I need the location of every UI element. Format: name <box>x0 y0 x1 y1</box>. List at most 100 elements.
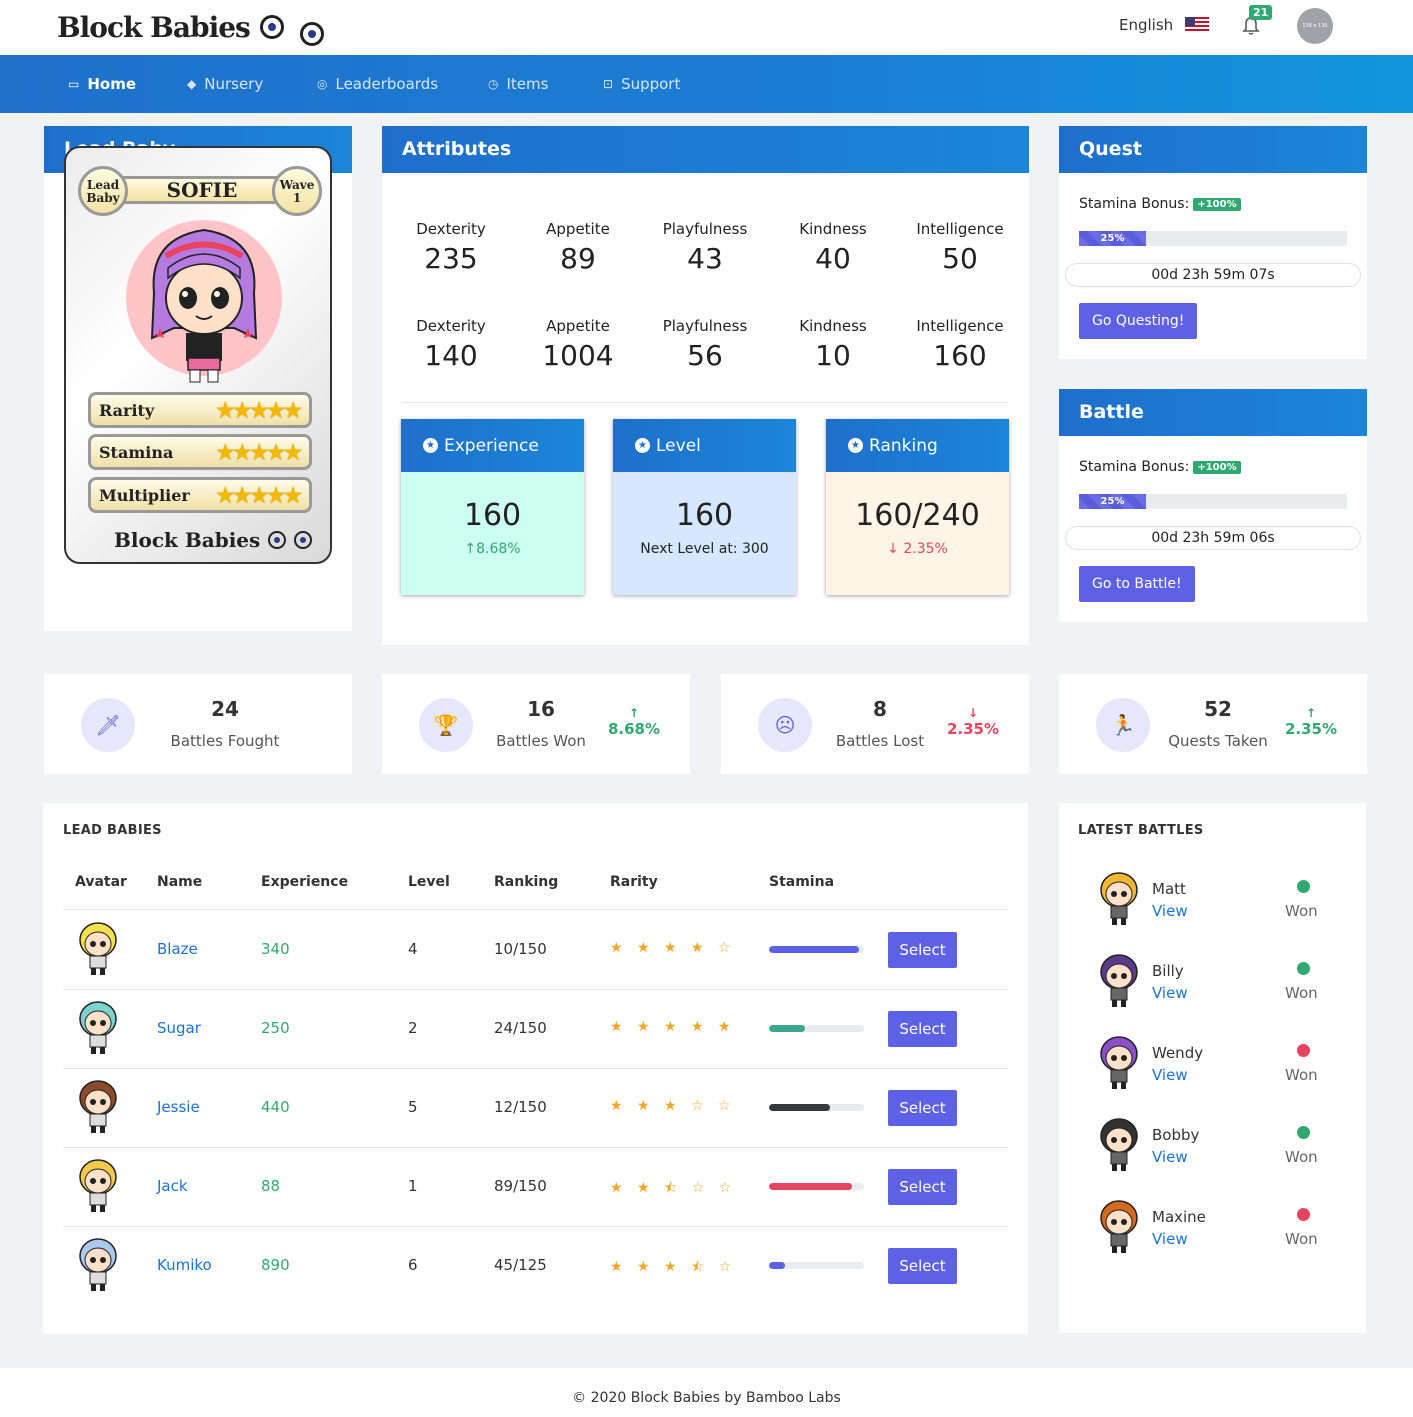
view-battle-link[interactable]: View <box>1152 984 1188 1002</box>
baby-name-link[interactable]: Blaze <box>157 940 198 958</box>
stat-value: 8 <box>873 697 887 721</box>
attr-kindness: Kindness 40 <box>773 220 893 275</box>
attr-dexterity: Dexterity 235 <box>391 220 511 275</box>
nav-items[interactable]: ◷ Items <box>488 75 548 93</box>
go-to-battle-button[interactable]: Go to Battle! <box>1079 566 1195 602</box>
arrow-up-icon: ↑ <box>628 706 640 720</box>
nav-nursery[interactable]: ◆ Nursery <box>187 75 263 93</box>
attr-label: Dexterity <box>416 220 486 238</box>
nav-label: Items <box>506 75 549 93</box>
user-avatar[interactable]: 136 x 136 <box>1297 8 1333 44</box>
arrow-down-icon: ↓ <box>967 706 979 720</box>
star-badge-icon: ★ <box>848 438 863 453</box>
select-button[interactable]: Select <box>888 1089 957 1126</box>
stamina-fill <box>769 1024 806 1032</box>
stamina-bar <box>769 1261 864 1269</box>
nav-leaderboards[interactable]: ◎ Leaderboards <box>317 75 438 93</box>
star-badge-icon: ★ <box>635 438 650 453</box>
status-dot <box>1297 1208 1310 1221</box>
logo[interactable]: Block Babies <box>57 8 324 46</box>
attr-intelligence: Intelligence 160 <box>900 317 1020 372</box>
baby-name-link[interactable]: Jessie <box>157 1098 200 1116</box>
opponent-avatar <box>1100 1118 1138 1171</box>
select-button[interactable]: Select <box>888 1247 957 1284</box>
baby-portrait <box>126 220 282 383</box>
stat-delta-value: 2.35% <box>946 720 1000 738</box>
quest-progress-bar: 25% <box>1079 231 1347 246</box>
panel-title: Attributes <box>382 126 1029 173</box>
level-cell: 1 <box>408 1176 418 1195</box>
row-divider <box>63 989 1008 990</box>
nav-support[interactable]: ⊡ Support <box>603 75 680 93</box>
attr-value: 160 <box>933 339 987 372</box>
avatar-placeholder-text: 136 x 136 <box>1302 23 1328 29</box>
select-button[interactable]: Select <box>888 1168 957 1205</box>
nav-label: Leaderboards <box>335 75 439 93</box>
attr-playfulness: Playfulness 56 <box>645 317 765 372</box>
view-battle-link[interactable]: View <box>1152 1148 1188 1166</box>
name-plate: SOFIE Lead Baby Wave 1 <box>78 166 322 216</box>
main-nav: ▭ Home ◆ Nursery ◎ Leaderboards ◷ Items … <box>0 55 1413 113</box>
nav-label: Support <box>621 75 681 93</box>
ranking-cell: 89/150 <box>494 1176 547 1195</box>
attr-value: 56 <box>687 339 723 372</box>
stat-delta: ↑ 2.35% <box>1281 706 1341 738</box>
attr-appetite: Appetite 89 <box>518 220 638 275</box>
ranking-card: ★ Ranking 160/240 ↓ 2.35% <box>826 419 1009 595</box>
view-battle-link[interactable]: View <box>1152 902 1188 920</box>
language-selector[interactable]: English <box>1119 16 1210 34</box>
view-battle-link[interactable]: View <box>1152 1230 1188 1248</box>
select-button[interactable]: Select <box>888 931 957 968</box>
footer: © 2020 Block Babies by Bamboo Labs <box>0 1368 1413 1417</box>
attr-label: Intelligence <box>916 317 1004 335</box>
baby-name-link[interactable]: Kumiko <box>157 1256 212 1274</box>
experience-card: ★ Experience 160 ↑8.68% <box>401 419 584 595</box>
lead-baby-badge: Lead Baby <box>78 166 128 216</box>
column-header: Experience <box>261 874 349 890</box>
status-dot <box>1297 880 1310 893</box>
mini-title: Ranking <box>869 435 938 456</box>
column-header: Level <box>408 874 450 890</box>
stamina-bar <box>769 1103 864 1111</box>
progress-fill: 25% <box>1079 494 1146 509</box>
go-questing-button[interactable]: Go Questing! <box>1079 303 1198 339</box>
baby-trading-card[interactable]: SOFIE Lead Baby Wave 1 Rarity ★★★★★ Stam… <box>64 146 332 564</box>
attr-value: 50 <box>942 242 978 275</box>
running-icon: 🏃 <box>1096 698 1150 752</box>
baby-name-link[interactable]: Sugar <box>157 1019 201 1037</box>
star-badge-icon: ★ <box>423 438 438 453</box>
notification-badge: 21 <box>1249 5 1273 20</box>
level-cell: 2 <box>408 1018 418 1037</box>
column-header: Rarity <box>610 874 658 890</box>
arrow-up-icon: ↑ <box>464 541 477 557</box>
stamina-fill <box>769 1182 852 1190</box>
table-divider <box>63 909 1008 910</box>
stamina-pill: Stamina ★★★★★ <box>88 434 312 470</box>
nav-home[interactable]: ▭ Home <box>68 75 136 93</box>
attr-label: Kindness <box>799 220 867 238</box>
quest-timer: 00d 23h 59m 07s <box>1065 263 1361 287</box>
ranking-delta: 2.35% <box>903 541 948 557</box>
card-logo-text: Block Babies <box>114 528 261 552</box>
eye-logo-icon <box>259 15 284 39</box>
battle-result: Won <box>1285 1148 1318 1166</box>
status-dot <box>1297 1126 1310 1139</box>
experience-cell: 340 <box>261 939 290 958</box>
stamina-stars: ★★★★★ <box>216 440 302 464</box>
stamina-fill <box>769 945 860 953</box>
rarity-stars: ★★★★★ <box>216 398 302 422</box>
attr-value: 1004 <box>542 339 614 372</box>
battle-result: Won <box>1285 984 1318 1002</box>
view-battle-link[interactable]: View <box>1152 1066 1188 1084</box>
attributes-panel: Attributes Dexterity 235 Appetite 89 Playf… <box>382 126 1029 645</box>
stamina-bonus: Stamina Bonus: +100% <box>1079 459 1241 475</box>
baby-name-link[interactable]: Jack <box>157 1177 188 1195</box>
experience-delta: 8.68% <box>476 541 521 557</box>
stat-delta: ↑ 8.68% <box>604 706 664 738</box>
multiplier-pill: Multiplier ★★★★★ <box>88 477 312 513</box>
stat-battles-won: 🏆 16 Battles Won ↑ 8.68% <box>382 674 690 774</box>
stamina-bar <box>769 1182 864 1190</box>
baby-avatar <box>79 1000 117 1054</box>
attr-label: Playfulness <box>662 220 748 238</box>
select-button[interactable]: Select <box>888 1010 957 1047</box>
